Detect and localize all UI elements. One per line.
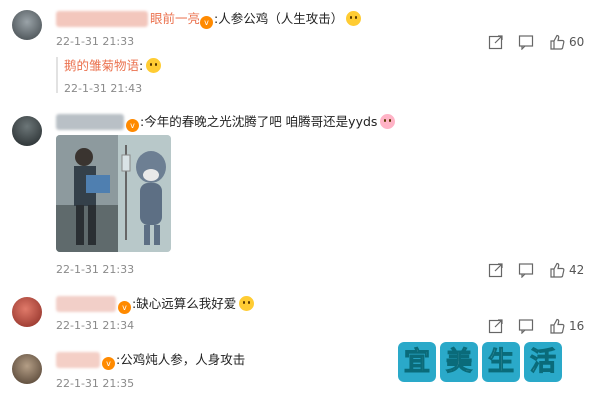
watermark-logo: 宜 美 生 活 bbox=[398, 342, 562, 382]
comment-text-row: 眼前一亮 v:人参公鸡（人生攻击） bbox=[150, 11, 362, 29]
avatar[interactable] bbox=[12, 116, 42, 146]
vip-badge-icon: v bbox=[126, 119, 139, 132]
avatar[interactable] bbox=[12, 10, 42, 40]
comment-text-row: v:公鸡炖人参，人身攻击 bbox=[102, 352, 245, 370]
watermark-char: 生 bbox=[482, 342, 520, 382]
comment-icon[interactable] bbox=[518, 262, 534, 279]
like-icon[interactable] bbox=[549, 318, 565, 334]
comment-text-row: v:今年的春晚之光沈腾了吧 咱腾哥还是yyds bbox=[126, 114, 396, 132]
emoji-icon bbox=[239, 296, 255, 311]
watermark-char: 宜 bbox=[398, 342, 436, 382]
comment-text-row: v:缺心远算么我好爱 bbox=[118, 296, 255, 314]
like-count: 16 bbox=[569, 319, 585, 333]
reply-username[interactable]: 鹅的雏菊物语 bbox=[64, 58, 139, 73]
comment-icon[interactable] bbox=[518, 318, 534, 335]
username-blurred[interactable] bbox=[56, 114, 124, 130]
comment-icon[interactable] bbox=[518, 34, 534, 51]
comment-text: :人参公鸡（人生攻击） bbox=[214, 11, 344, 26]
share-icon[interactable] bbox=[488, 34, 504, 50]
share-icon[interactable] bbox=[488, 318, 504, 334]
like-count: 42 bbox=[569, 263, 585, 277]
comment-time: 22-1-31 21:35 bbox=[56, 377, 135, 390]
like-icon[interactable] bbox=[549, 262, 565, 278]
reply-divider bbox=[56, 57, 58, 93]
emoji-icon bbox=[380, 114, 396, 129]
share-icon[interactable] bbox=[488, 262, 504, 278]
comment-text: :公鸡炖人参，人身攻击 bbox=[116, 352, 246, 367]
comment-time: 22-1-31 21:33 bbox=[56, 35, 135, 48]
reply-time: 22-1-31 21:43 bbox=[64, 82, 143, 95]
emoji-icon bbox=[146, 58, 162, 73]
like-icon[interactable] bbox=[549, 34, 565, 50]
vip-badge-icon: v bbox=[200, 16, 214, 29]
reply-text: : bbox=[139, 58, 144, 73]
vip-badge-icon: v bbox=[102, 357, 115, 370]
avatar[interactable] bbox=[12, 354, 42, 384]
reply-text-row: 鹅的雏菊物语: bbox=[64, 58, 162, 74]
comment-text: :今年的春晚之光沈腾了吧 咱腾哥还是yyds bbox=[140, 114, 378, 129]
avatar[interactable] bbox=[12, 297, 42, 327]
username-blurred[interactable] bbox=[56, 11, 148, 27]
username-visible[interactable]: 眼前一亮 bbox=[150, 11, 200, 26]
comment-image-graphic bbox=[56, 135, 171, 252]
comment-time: 22-1-31 21:34 bbox=[56, 319, 135, 332]
comment-time: 22-1-31 21:33 bbox=[56, 263, 135, 276]
username-blurred[interactable] bbox=[56, 352, 100, 368]
like-count: 60 bbox=[569, 35, 585, 49]
reply-item: 鹅的雏菊物语: 22-1-31 21:43 bbox=[56, 54, 256, 98]
comment-text: :缺心远算么我好爱 bbox=[132, 296, 237, 311]
vip-badge-icon: v bbox=[118, 301, 131, 314]
watermark-char: 活 bbox=[524, 342, 562, 382]
comment-image[interactable] bbox=[56, 135, 171, 252]
watermark-char: 美 bbox=[440, 342, 478, 382]
emoji-icon bbox=[346, 11, 362, 26]
username-blurred[interactable] bbox=[56, 296, 116, 312]
